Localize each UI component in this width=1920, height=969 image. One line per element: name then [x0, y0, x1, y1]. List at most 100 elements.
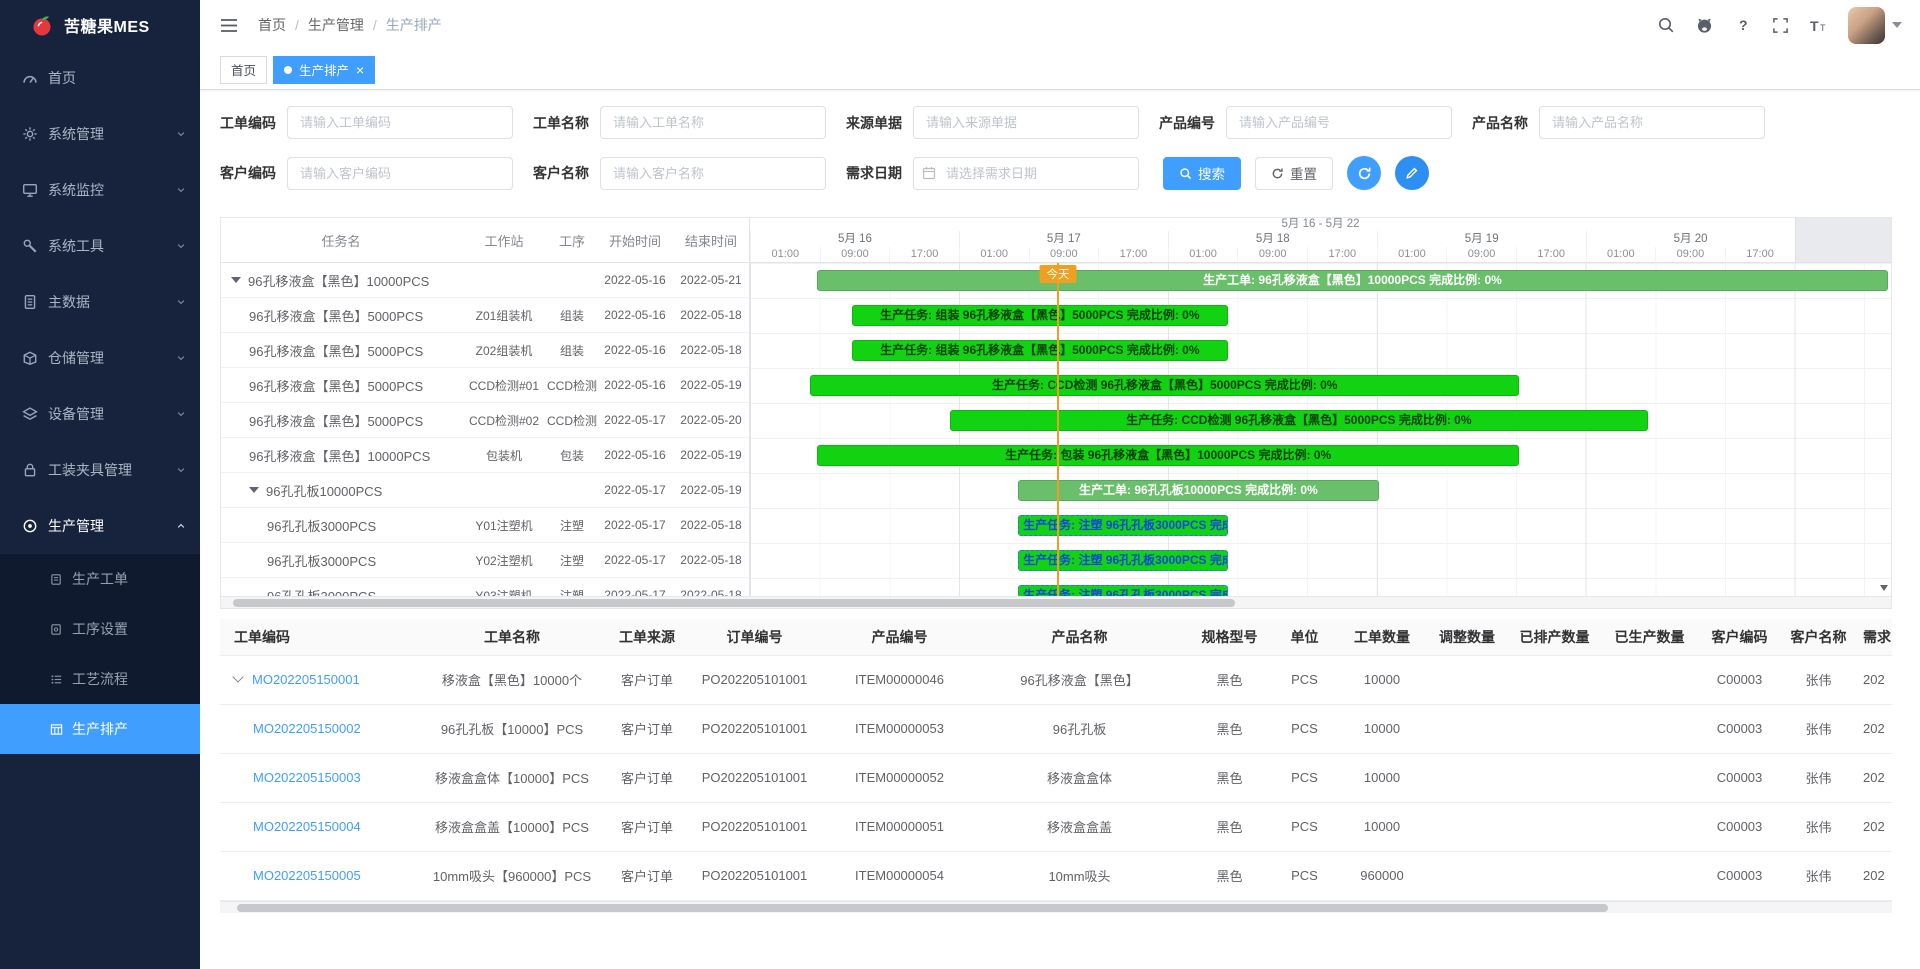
gantt-task-row[interactable]: 96孔孔板3000PCSY03注塑机注塑2022-05-172022-05-18: [221, 578, 749, 596]
gantt-task-name-cell: 96孔孔板10000PCS: [221, 481, 461, 500]
demand-date-input[interactable]: [913, 157, 1139, 190]
gantt-task-row[interactable]: 96孔移液盒【黑色】10000PCS2022-05-162022-05-21: [221, 263, 749, 298]
tab-production-scheduling[interactable]: 生产排产 ×: [273, 56, 375, 84]
reset-button[interactable]: 重置: [1255, 157, 1333, 190]
sidebar-item-process-flow[interactable]: 工艺流程: [0, 654, 200, 704]
expand-row-icon[interactable]: [232, 671, 243, 682]
order-row[interactable]: MO202205150001移液盒【黑色】10000个客户订单PO2022051…: [220, 655, 1892, 704]
order-cell[interactable]: MO202205150004: [220, 802, 412, 851]
order-cell: 96孔孔板【10000】PCS: [412, 704, 612, 753]
order-row[interactable]: MO202205150004移液盒盒盖【10000】PCS客户订单PO20220…: [220, 802, 1892, 851]
orders-hscrollbar[interactable]: [220, 901, 1892, 913]
sidebar-item-production-management[interactable]: 生产管理: [0, 498, 200, 554]
gantt-bar[interactable]: 生产任务: 包装 96孔移液盒【黑色】10000PCS 完成比例: 0%: [817, 445, 1519, 466]
order-row[interactable]: MO202205150003移液盒盒体【10000】PCS客户订单PO20220…: [220, 753, 1892, 802]
order-cell[interactable]: MO202205150005: [220, 851, 412, 900]
order-cell: 客户订单: [612, 753, 682, 802]
search-button[interactable]: 搜索: [1163, 157, 1241, 190]
sidebar-item-label: 系统监控: [48, 180, 104, 200]
gantt-bar[interactable]: 生产工单: 96孔孔板10000PCS 完成比例: 0%: [1018, 480, 1379, 501]
work-order-link[interactable]: MO202205150004: [253, 819, 361, 834]
collapse-arrow-icon[interactable]: [249, 487, 259, 493]
gantt-hscrollbar[interactable]: [221, 596, 1891, 608]
sidebar-item-system-management[interactable]: 系统管理: [0, 106, 200, 162]
gantt-task-name: 96孔移液盒【黑色】5000PCS: [249, 306, 423, 325]
gantt-hscroll-thumb[interactable]: [233, 599, 1235, 607]
close-tab-icon[interactable]: ×: [356, 63, 364, 77]
gantt-bar[interactable]: 生产任务: 注塑 96孔孔板3000PCS 完成比例: 0%: [1018, 550, 1228, 571]
scroll-down-arrow[interactable]: [1880, 585, 1888, 591]
gantt-task-row[interactable]: 96孔移液盒【黑色】5000PCSZ01组装机组装2022-05-162022-…: [221, 298, 749, 333]
sidebar-item-system-monitor[interactable]: 系统监控: [0, 162, 200, 218]
work-order-code-input[interactable]: [287, 106, 513, 139]
breadcrumb-production-management[interactable]: 生产管理: [308, 15, 364, 35]
help-icon[interactable]: ?: [1734, 16, 1752, 34]
gantt-hour-label: 17:00: [889, 247, 959, 263]
gantt-bar[interactable]: 生产工单: 96孔移液盒【黑色】10000PCS 完成比例: 0%: [817, 270, 1887, 291]
user-menu[interactable]: [1848, 7, 1902, 44]
gantt-task-row[interactable]: 96孔孔板3000PCSY01注塑机注塑2022-05-172022-05-18: [221, 508, 749, 543]
work-order-link[interactable]: MO202205150003: [253, 770, 361, 785]
hamburger-menu-icon[interactable]: [214, 12, 244, 39]
gantt-bar[interactable]: 生产任务: CCD检测 96孔移液盒【黑色】5000PCS 完成比例: 0%: [810, 375, 1519, 396]
breadcrumb-home[interactable]: 首页: [258, 15, 286, 35]
font-size-icon[interactable]: TT: [1809, 17, 1828, 34]
orders-col-header: 工单编码: [220, 619, 412, 655]
sidebar-item-label: 主数据: [48, 292, 90, 312]
sidebar-item-process-settings[interactable]: 工序设置: [0, 604, 200, 654]
source-document-input[interactable]: [913, 106, 1139, 139]
gantt-task-row[interactable]: 96孔移液盒【黑色】5000PCSCCD检测#01CCD检测2022-05-16…: [221, 368, 749, 403]
product-code-input[interactable]: [1226, 106, 1452, 139]
gantt-task-row[interactable]: 96孔移液盒【黑色】5000PCSCCD检测#02CCD检测2022-05-17…: [221, 403, 749, 438]
sidebar-item-equipment-management[interactable]: 设备管理: [0, 386, 200, 442]
sidebar-item-home[interactable]: 首页: [0, 50, 200, 106]
order-row[interactable]: MO20220515000296孔孔板【10000】PCS客户订单PO20220…: [220, 704, 1892, 753]
order-cell[interactable]: MO202205150003: [220, 753, 412, 802]
customer-name-input[interactable]: [600, 157, 826, 190]
orders-hscroll-thumb[interactable]: [237, 904, 1608, 912]
sidebar-item-production-scheduling[interactable]: 生产排产: [0, 704, 200, 754]
gantt-end-time-cell: 2022-05-18: [673, 343, 749, 357]
gantt-task-name: 96孔移液盒【黑色】5000PCS: [249, 376, 423, 395]
collapse-arrow-icon[interactable]: [231, 277, 241, 283]
customer-code-input[interactable]: [287, 157, 513, 190]
gantt-bar[interactable]: 生产任务: 注塑 96孔孔板3000PCS 完成比例: 0%: [1018, 515, 1228, 536]
gantt-bar[interactable]: 生产任务: 组装 96孔移液盒【黑色】5000PCS 完成比例: 0%: [852, 340, 1229, 361]
edit-schedule-button[interactable]: [1395, 156, 1429, 190]
gantt-bar[interactable]: 生产任务: 组装 96孔移液盒【黑色】5000PCS 完成比例: 0%: [852, 305, 1229, 326]
work-order-link[interactable]: MO202205150001: [252, 672, 360, 687]
fullscreen-icon[interactable]: [1772, 17, 1789, 34]
order-row[interactable]: MO20220515000510mm吸头【960000】PCS客户订单PO202…: [220, 851, 1892, 900]
product-name-input[interactable]: [1539, 106, 1765, 139]
order-cell[interactable]: MO202205150002: [220, 704, 412, 753]
gantt-task-row[interactable]: 96孔移液盒【黑色】5000PCSZ02组装机组装2022-05-162022-…: [221, 333, 749, 368]
work-order-link[interactable]: MO202205150005: [253, 868, 361, 883]
order-cell[interactable]: MO202205150001: [220, 655, 412, 704]
gantt-task-row[interactable]: 96孔移液盒【黑色】10000PCS包装机包装2022-05-162022-05…: [221, 438, 749, 473]
filter-row-1: 工单编码 工单名称 来源单据 产品编号 产品名称: [220, 106, 1892, 139]
orders-col-header: 工单来源: [612, 619, 682, 655]
tab-home[interactable]: 首页: [220, 56, 267, 84]
chevron-down-icon: [176, 409, 186, 419]
gantt-task-row[interactable]: 96孔孔板10000PCS2022-05-172022-05-19: [221, 473, 749, 508]
sidebar-item-production-work-order[interactable]: 生产工单: [0, 554, 200, 604]
gantt-bar[interactable]: 生产任务: CCD检测 96孔移液盒【黑色】5000PCS 完成比例: 0%: [950, 410, 1648, 431]
gantt-task-name: 96孔孔板3000PCS: [267, 586, 376, 597]
refresh-button[interactable]: [1347, 156, 1381, 190]
filter-row-2: 客户编码 客户名称 需求日期: [220, 156, 1892, 190]
github-icon[interactable]: [1695, 16, 1714, 35]
work-order-link[interactable]: MO202205150002: [253, 721, 361, 736]
sidebar-item-warehouse-management[interactable]: 仓储管理: [0, 330, 200, 386]
order-cell: 客户订单: [612, 802, 682, 851]
avatar[interactable]: [1848, 7, 1885, 44]
app-logo[interactable]: 苦糖果MES: [0, 0, 200, 50]
sidebar-item-system-tools[interactable]: 系统工具: [0, 218, 200, 274]
sidebar-item-master-data[interactable]: 主数据: [0, 274, 200, 330]
gantt-task-row[interactable]: 96孔孔板3000PCSY02注塑机注塑2022-05-172022-05-18: [221, 543, 749, 578]
gantt-bar[interactable]: 生产任务: 注塑 96孔孔板3000PCS 完成比例: 0%: [1018, 585, 1228, 596]
production-submenu: 生产工单 工序设置 工艺流程: [0, 554, 200, 754]
search-icon[interactable]: [1657, 16, 1675, 34]
chevron-down-icon: [176, 465, 186, 475]
sidebar-item-fixture-management[interactable]: 工装夹具管理: [0, 442, 200, 498]
work-order-name-input[interactable]: [600, 106, 826, 139]
